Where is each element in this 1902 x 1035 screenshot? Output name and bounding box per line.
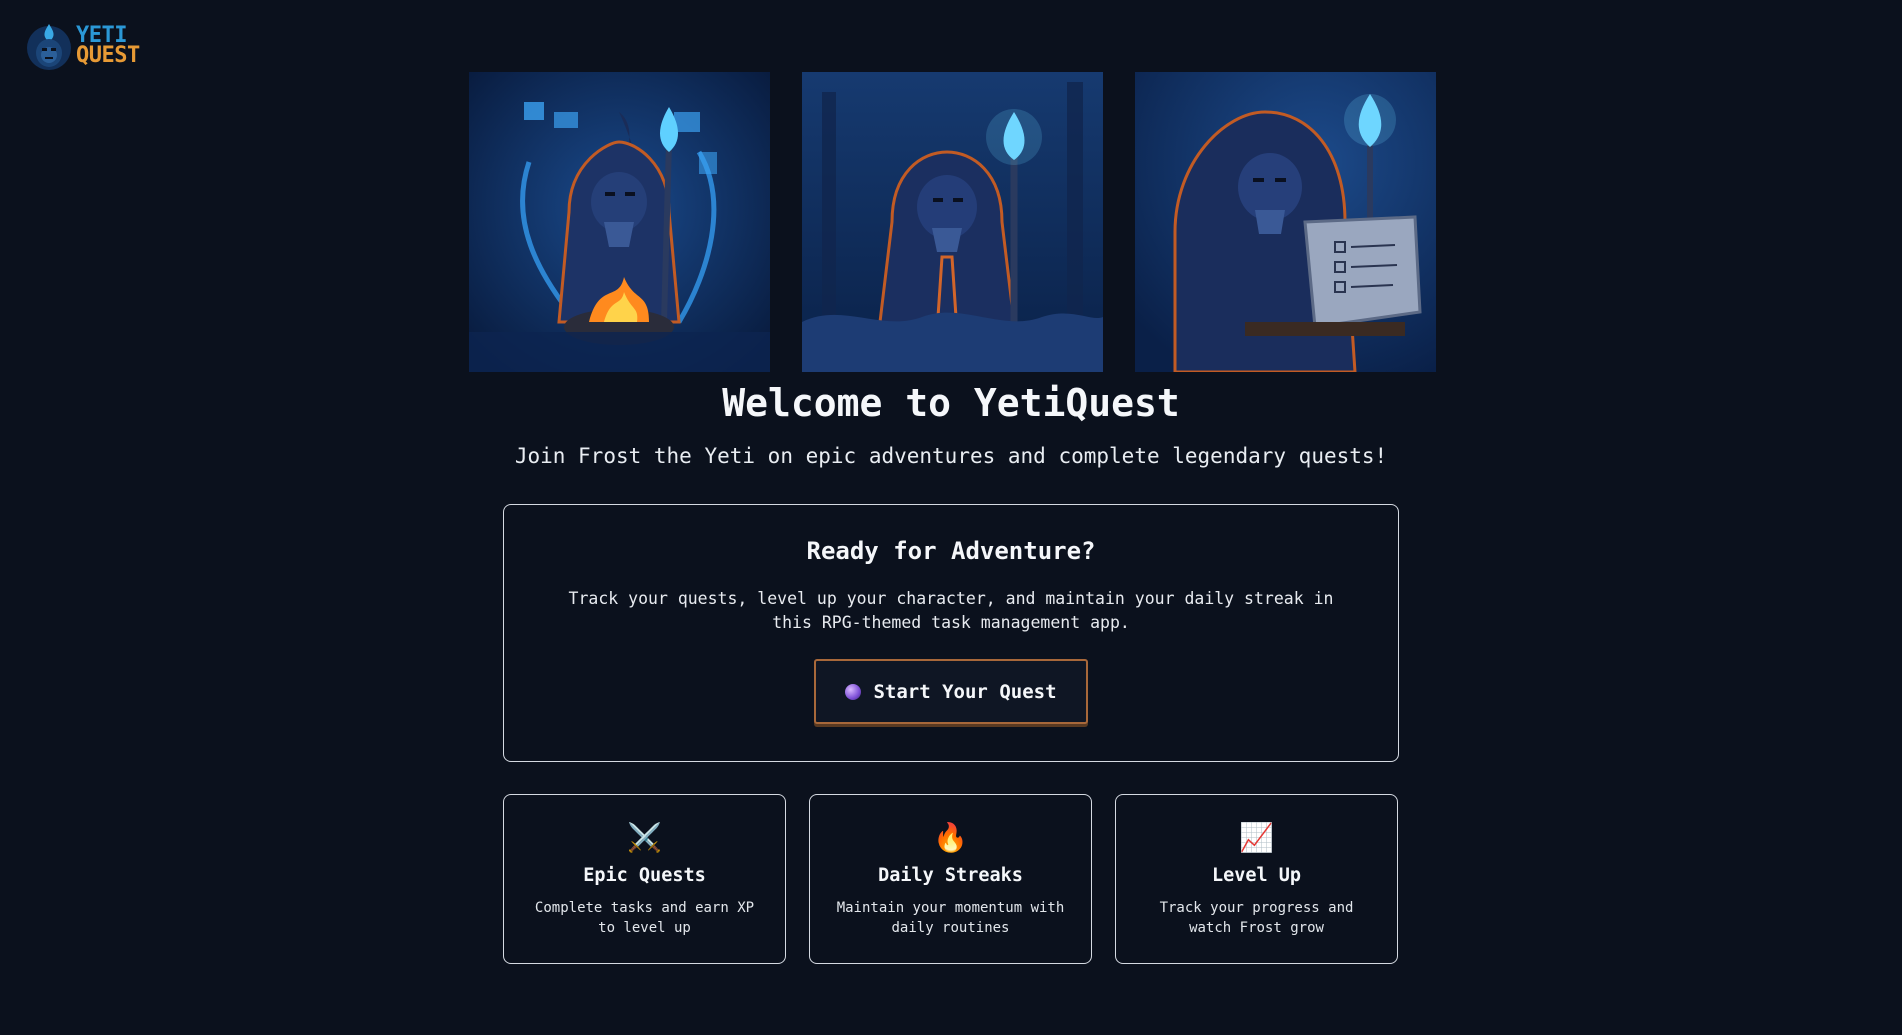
landing-page: YETI QUEST Welcome to YetiQuest Join Fro… <box>0 0 1902 1035</box>
hero-gallery <box>469 72 1436 372</box>
adventure-card-title: Ready for Adventure? <box>806 537 1096 565</box>
crystal-ball-icon <box>845 683 862 700</box>
app-logo[interactable]: YETI QUEST <box>26 20 140 72</box>
yeti-logo-icon <box>27 24 71 70</box>
yeti-wizard-staff-image <box>802 72 1103 372</box>
crossed-swords-icon: ⚔️ <box>627 821 662 854</box>
feature-description: Track your progress and watch Frost grow <box>1159 900 1354 936</box>
start-quest-button[interactable]: Start Your Quest <box>814 659 1088 724</box>
feature-description: Maintain your momentum with daily routin… <box>836 900 1065 936</box>
feature-title: Level Up <box>1211 865 1302 886</box>
page-subtitle: Join Frost the Yeti on epic adventures a… <box>514 444 1388 468</box>
feature-list: ⚔️ Epic Quests Complete tasks and earn X… <box>503 794 1398 964</box>
start-quest-button-label: Start Your Quest <box>873 680 1057 703</box>
fire-icon: 🔥 <box>933 821 968 854</box>
adventure-card-description: Track your quests, level up your charact… <box>568 589 1334 632</box>
logo-text-quest: QUEST <box>76 43 140 68</box>
feature-card-daily-streaks: 🔥 Daily Streaks Maintain your momentum w… <box>809 794 1092 964</box>
adventure-card: Ready for Adventure? Track your quests, … <box>503 504 1399 762</box>
feature-title: Daily Streaks <box>878 865 1023 886</box>
page-title: Welcome to YetiQuest <box>722 381 1180 425</box>
feature-description: Complete tasks and earn XP to level up <box>534 900 755 936</box>
yeti-wizard-scroll-image <box>1135 72 1436 372</box>
feature-card-epic-quests: ⚔️ Epic Quests Complete tasks and earn X… <box>503 794 786 964</box>
feature-card-level-up: 📈 Level Up Track your progress and watch… <box>1115 794 1398 964</box>
chart-increasing-icon: 📈 <box>1239 821 1274 854</box>
yeti-wizard-campfire-image <box>469 72 770 372</box>
feature-title: Epic Quests <box>583 865 706 886</box>
